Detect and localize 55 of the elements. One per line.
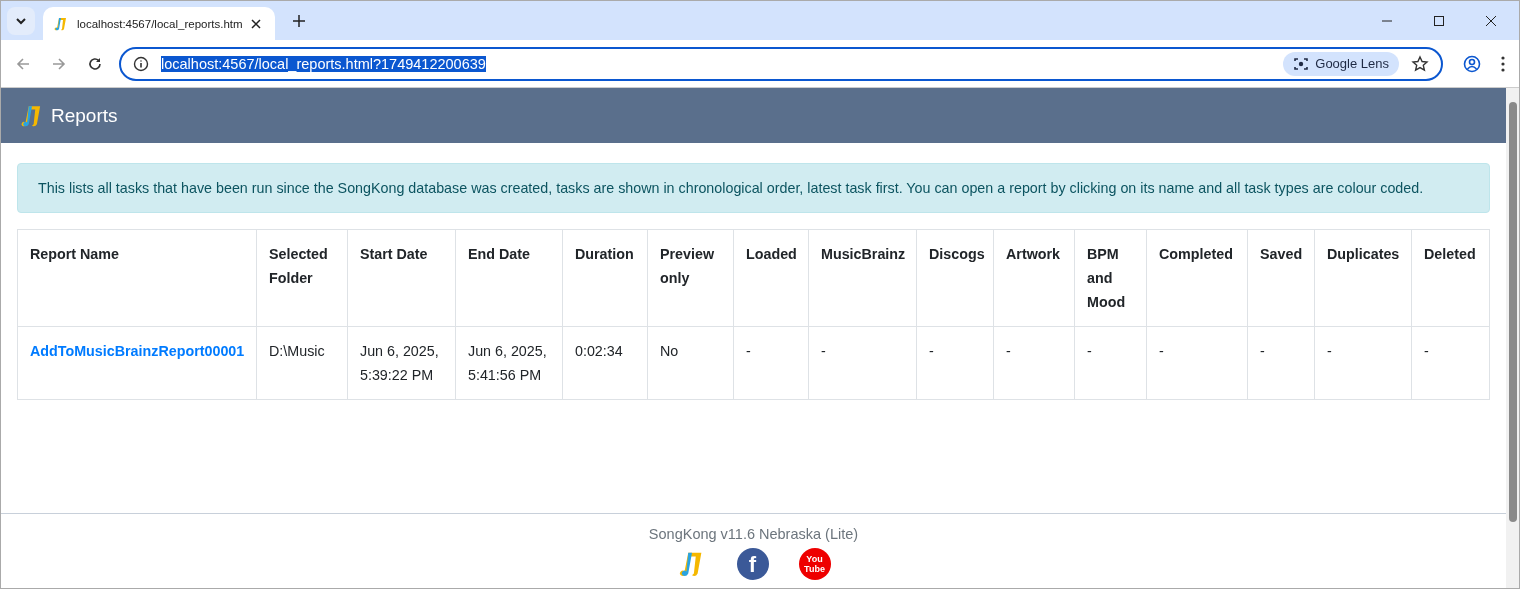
close-window-icon[interactable] — [1485, 14, 1497, 27]
tab-list-button[interactable] — [7, 6, 35, 35]
table-cell: - — [1411, 326, 1490, 400]
column-header: Start Date — [347, 229, 456, 327]
column-header: End Date — [455, 229, 563, 327]
table-cell: - — [1146, 326, 1248, 400]
browser-tab[interactable]: localhost:4567/local_reports.htm — [43, 7, 275, 40]
table-cell: - — [733, 326, 809, 400]
version-text: SongKong v11.6 Nebraska (Lite) — [648, 526, 859, 542]
table-cell: - — [808, 326, 917, 400]
info-icon — [133, 55, 149, 72]
column-header: Selected Folder — [256, 229, 348, 327]
back-icon[interactable] — [15, 55, 31, 72]
column-header: Duration — [562, 229, 648, 327]
column-header: BPM and Mood — [1074, 229, 1147, 327]
tab-title: localhost:4567/local_reports.htm — [77, 17, 243, 30]
forward-icon[interactable] — [51, 55, 67, 72]
column-header: Artwork — [993, 229, 1075, 327]
column-header: MusicBrainz — [808, 229, 917, 327]
video-link[interactable]: You Tube — [798, 548, 831, 580]
table-cell: - — [916, 326, 994, 400]
address-bar[interactable]: localhost:4567/local_reports.html?1749412200639 Google Lens — [119, 46, 1443, 81]
scrollbar[interactable] — [1506, 88, 1519, 588]
google-lens-button[interactable]: Google Lens — [1283, 51, 1399, 76]
close-icon[interactable] — [250, 18, 261, 29]
column-header: Preview only — [647, 229, 734, 327]
column-header: Loaded — [733, 229, 809, 327]
profile-icon[interactable] — [1463, 54, 1481, 73]
menu-icon[interactable] — [1501, 55, 1505, 72]
camera-icon — [1293, 55, 1310, 72]
facebook-link[interactable]: f — [736, 548, 769, 580]
column-header: Report Name — [17, 229, 257, 327]
url-text: localhost:4567/local_reports.html?1749412200639 — [161, 55, 486, 72]
table-cell: Jun 6, 2025, 5:39:22 PM — [347, 326, 456, 400]
new-tab-icon[interactable] — [293, 14, 305, 27]
table-cell: Jun 6, 2025, 5:41:56 PM — [455, 326, 563, 400]
table-cell: - — [1074, 326, 1147, 400]
page-title: Reports — [51, 104, 118, 127]
table-cell: No — [647, 326, 734, 400]
column-header: Discogs — [916, 229, 994, 327]
table-cell: - — [1247, 326, 1315, 400]
maximize-icon[interactable] — [1433, 14, 1445, 27]
table-cell: 0:02:34 — [562, 326, 648, 400]
table-cell: D:\Music — [256, 326, 348, 400]
column-header: Saved — [1247, 229, 1315, 327]
column-header: Deleted — [1411, 229, 1490, 327]
column-header: Duplicates — [1314, 229, 1412, 327]
info-alert: This lists all tasks that have been run since the SongKong database was created, tasks are shown in chronological order, latest task first. You can open a report by clicking on its name and all task types are colour coded. — [17, 163, 1490, 213]
column-header: Completed — [1146, 229, 1248, 327]
music-note-icon — [53, 15, 69, 32]
report-link[interactable]: AddToMusicBrainzReport00001 — [30, 343, 245, 359]
star-icon[interactable] — [1411, 54, 1429, 73]
reload-icon[interactable] — [87, 55, 103, 72]
table-cell: - — [993, 326, 1075, 400]
table-cell: - — [1314, 326, 1412, 400]
